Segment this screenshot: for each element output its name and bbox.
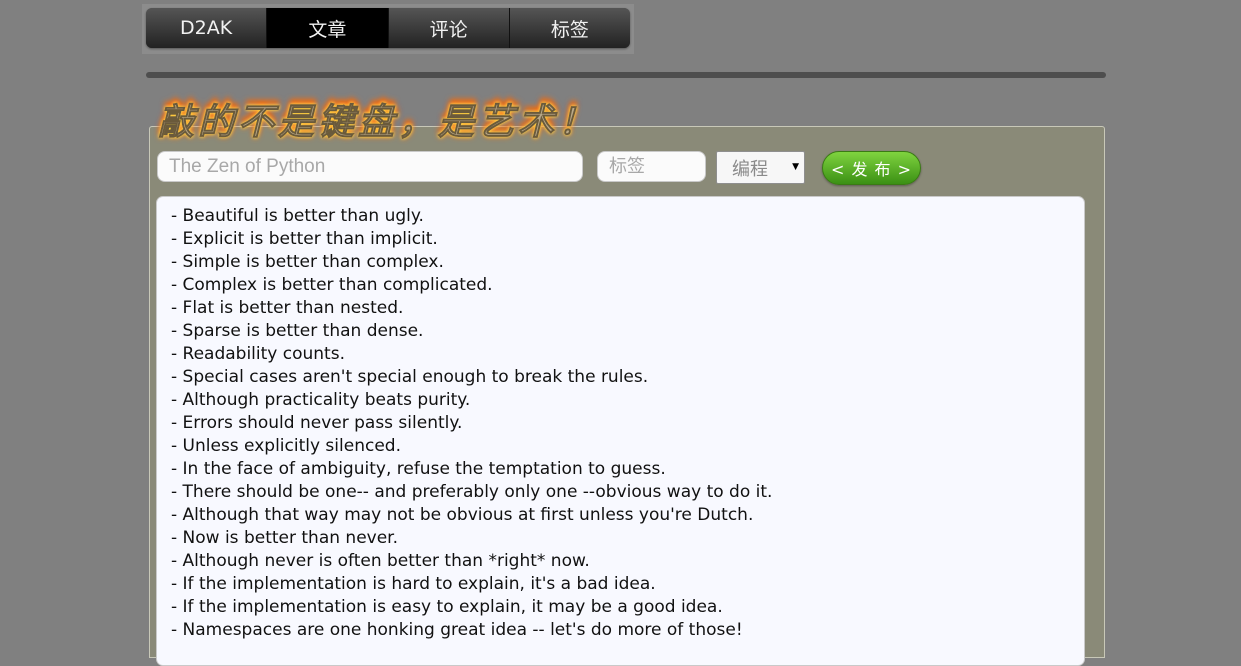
tag-input[interactable] — [597, 151, 706, 182]
chevron-down-icon: ▼ — [792, 162, 799, 172]
content-line: - Beautiful is better than ugly. — [171, 206, 424, 226]
category-select[interactable]: 编程 ▼ — [716, 151, 805, 184]
content-line: - Errors should never pass silently. — [171, 413, 463, 433]
nav-item-articles[interactable]: 文章 — [267, 8, 389, 48]
content-line: - Simple is better than complex. — [171, 252, 444, 272]
content-line: - There should be one-- and preferably o… — [171, 482, 773, 502]
nav-item-home[interactable]: D2AK — [146, 8, 268, 48]
content-line: - Explicit is better than implicit. — [171, 229, 438, 249]
content-line: - Complex is better than complicated. — [171, 275, 493, 295]
header-divider — [146, 72, 1106, 78]
category-select-value: 编程 — [732, 158, 768, 180]
top-nav-container: D2AK 文章 评论 标签 — [142, 4, 634, 54]
nav-item-comments[interactable]: 评论 — [388, 8, 510, 48]
content-line: - Flat is better than nested. — [171, 298, 404, 318]
content-line: - Now is better than never. — [171, 528, 399, 548]
banner-slogan: 敲的不是键盘，是艺术！ — [158, 101, 598, 144]
content-line: - If the implementation is hard to expla… — [171, 574, 656, 594]
content-line: - Although that way may not be obvious a… — [171, 505, 754, 525]
content-line: - Special cases aren't special enough to… — [171, 367, 649, 387]
content-line: - Unless explicitly silenced. — [171, 436, 401, 456]
banner-slogan-text: 敲的不是键盘，是艺术！ — [158, 101, 598, 143]
nav-item-tags[interactable]: 标签 — [509, 8, 630, 48]
content-line: - Although practicality beats purity. — [171, 390, 471, 410]
title-input[interactable] — [157, 151, 583, 182]
content-line: - Namespaces are one honking great idea … — [171, 620, 743, 640]
top-nav: D2AK 文章 评论 标签 — [146, 8, 630, 48]
content-line: - Although never is often better than *r… — [171, 551, 590, 571]
content-line: - In the face of ambiguity, refuse the t… — [171, 459, 666, 479]
content-line: - Sparse is better than dense. — [171, 321, 424, 341]
content-line: - Readability counts. — [171, 344, 345, 364]
content-textarea[interactable]: - Beautiful is better than ugly. - Explic… — [156, 196, 1085, 666]
publish-button[interactable]: < 发 布 > — [822, 151, 921, 185]
content-line: - If the implementation is easy to expla… — [171, 597, 723, 617]
